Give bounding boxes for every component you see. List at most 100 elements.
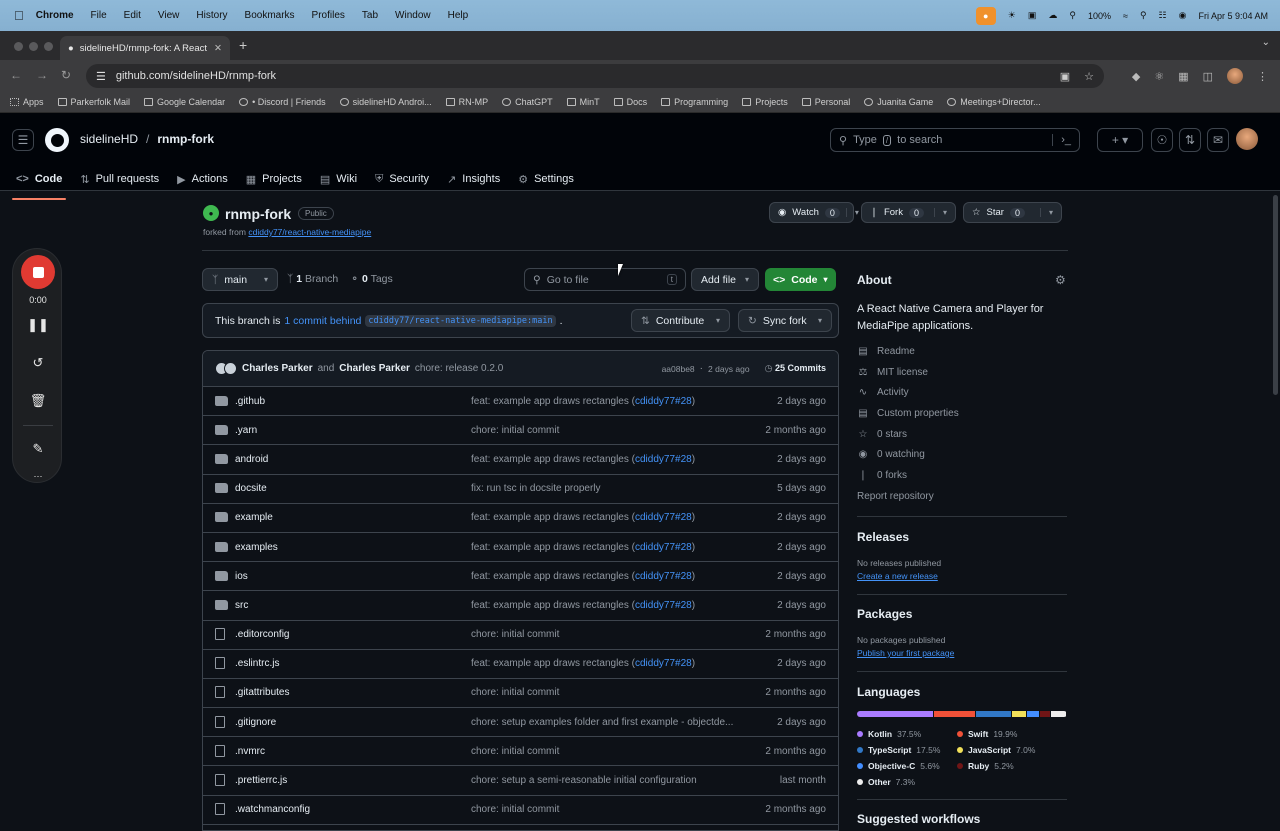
page-scrollbar[interactable] bbox=[1270, 191, 1280, 831]
sync-fork-button[interactable]: ↻ Sync fork ▾ bbox=[738, 309, 832, 332]
pull-request-link[interactable]: cdiddy77#28 bbox=[635, 600, 692, 611]
commit-sha[interactable]: aa08be8 bbox=[662, 364, 695, 374]
file-name-link[interactable]: ios bbox=[235, 571, 471, 582]
forked-from-link[interactable]: cdiddy77/react-native-mediapipe bbox=[248, 227, 371, 237]
apple-icon[interactable]:  bbox=[14, 8, 24, 23]
commit-author[interactable]: Charles Parker bbox=[242, 363, 313, 374]
license-link[interactable]: ⚖ MIT license bbox=[857, 367, 928, 378]
back-arrow-icon[interactable]: ← bbox=[10, 68, 22, 82]
antenna-icon[interactable]: ⚲ bbox=[1069, 10, 1076, 21]
file-commit-message[interactable]: chore: setup examples folder and first e… bbox=[471, 717, 736, 728]
file-name-link[interactable]: src bbox=[235, 600, 471, 611]
file-commit-message[interactable]: feat: example app draws rectangles (cdid… bbox=[471, 658, 736, 669]
language-item[interactable]: Ruby 5.2% bbox=[957, 761, 1014, 771]
pull-request-link[interactable]: cdiddy77#28 bbox=[635, 542, 692, 553]
file-name-link[interactable]: docsite bbox=[235, 483, 471, 494]
table-row[interactable]: .gitignore chore: setup examples folder a… bbox=[203, 708, 838, 738]
gear-icon[interactable]: ⚙ bbox=[1055, 273, 1066, 287]
user-avatar[interactable] bbox=[1236, 128, 1258, 150]
brightness-icon[interactable]: ☀ bbox=[1008, 10, 1016, 21]
language-item[interactable]: TypeScript 17.5% bbox=[857, 745, 940, 755]
code-dropdown-button[interactable]: <> Code ▾ bbox=[765, 268, 836, 291]
star-button[interactable]: ☆ Star 0 ▾ bbox=[963, 202, 1062, 223]
create-release-link[interactable]: Create a new release bbox=[857, 571, 938, 581]
file-name-link[interactable]: .gitignore bbox=[235, 717, 471, 728]
table-row[interactable]: android feat: example app draws rectangle… bbox=[203, 445, 838, 475]
table-row[interactable]: .gitattributes chore: initial commit 2 mon… bbox=[203, 679, 838, 709]
stars-link[interactable]: ☆ 0 stars bbox=[857, 429, 908, 440]
file-commit-message[interactable]: chore: initial commit bbox=[471, 804, 736, 815]
file-commit-message[interactable]: feat: example app draws rectangles (cdid… bbox=[471, 571, 736, 582]
tab-code[interactable]: <> Code bbox=[11, 167, 67, 200]
scrollbar-thumb[interactable] bbox=[1273, 195, 1278, 395]
window-close-button[interactable] bbox=[14, 42, 23, 51]
display-icon[interactable]: ▣ bbox=[1028, 10, 1037, 21]
add-file-button[interactable]: Add file ▾ bbox=[691, 268, 759, 291]
github-logo-icon[interactable] bbox=[45, 128, 69, 152]
forward-arrow-icon[interactable]: → bbox=[36, 68, 48, 82]
menu-profiles[interactable]: Profiles bbox=[312, 10, 345, 21]
file-commit-message[interactable]: feat: example app draws rectangles (cdid… bbox=[471, 454, 736, 465]
menu-bookmarks[interactable]: Bookmarks bbox=[245, 10, 295, 21]
more-icon[interactable]: ⋯ bbox=[13, 471, 63, 482]
tab-close-icon[interactable]: ✕ bbox=[214, 43, 222, 54]
pull-request-link[interactable]: cdiddy77#28 bbox=[635, 658, 692, 669]
bookmark-docs[interactable]: Docs bbox=[613, 97, 647, 107]
bookmark-mint[interactable]: MinT bbox=[566, 97, 600, 107]
menu-edit[interactable]: Edit bbox=[124, 10, 141, 21]
extension-icon[interactable]: ◆ bbox=[1132, 70, 1140, 83]
bookmark-parkerfolk-mail[interactable]: Parkerfolk Mail bbox=[57, 97, 130, 107]
site-info-icon[interactable]: ☰ bbox=[96, 70, 106, 83]
install-app-icon[interactable]: ▣ bbox=[1060, 70, 1070, 83]
tab-insights[interactable]: ↗ Insights bbox=[447, 167, 500, 191]
reload-icon[interactable]: ↻ bbox=[61, 68, 71, 82]
menu-tab[interactable]: Tab bbox=[362, 10, 378, 21]
watchers-link[interactable]: ◉ 0 watching bbox=[857, 449, 925, 460]
file-commit-message[interactable]: chore: initial commit bbox=[471, 425, 736, 436]
file-commit-message[interactable]: chore: initial commit bbox=[471, 746, 736, 757]
microphone-icon[interactable]: ● bbox=[975, 6, 996, 25]
tab-search-chevron-icon[interactable]: ⌄ bbox=[1262, 37, 1270, 48]
bookmark-juanita-game[interactable]: Juanita Game bbox=[864, 97, 933, 107]
siri-icon[interactable]: ◉ bbox=[1179, 10, 1187, 21]
fork-button[interactable]: ❘ Fork 0 ▾ bbox=[861, 202, 956, 223]
new-tab-plus-icon[interactable]: + bbox=[239, 37, 247, 53]
report-repository-link[interactable]: Report repository bbox=[857, 491, 934, 502]
extensions-puzzle-icon[interactable]: ▦ bbox=[1178, 70, 1188, 83]
forks-link[interactable]: ❘ 0 forks bbox=[857, 470, 907, 481]
bookmark-chatgpt[interactable]: ChatGPT bbox=[502, 97, 553, 107]
repo-title[interactable]: rnmp-fork bbox=[225, 206, 291, 222]
browser-menu-icon[interactable]: ⋮ bbox=[1257, 70, 1268, 83]
command-palette-icon[interactable]: ›_ bbox=[1052, 134, 1071, 146]
bookmark-projects[interactable]: Projects bbox=[742, 97, 788, 107]
table-row[interactable]: example feat: example app draws rectangle… bbox=[203, 504, 838, 533]
tab-actions[interactable]: ▶ Actions bbox=[177, 167, 228, 191]
language-item[interactable]: JavaScript 7.0% bbox=[957, 745, 1035, 755]
table-row[interactable]: examples feat: example app draws rectangl… bbox=[203, 533, 838, 563]
table-row[interactable]: .editorconfig chore: initial commit 2 mont… bbox=[203, 621, 838, 650]
bookmark-google-calendar[interactable]: Google Calendar bbox=[144, 97, 225, 107]
profile-avatar[interactable] bbox=[1227, 68, 1243, 84]
readme-link[interactable]: ▤ Readme bbox=[857, 346, 915, 357]
pull-request-link[interactable]: cdiddy77#28 bbox=[635, 396, 692, 407]
bookmark-apps[interactable]: Apps bbox=[10, 97, 44, 107]
menu-view[interactable]: View bbox=[158, 10, 180, 21]
upstream-ref[interactable]: cdiddy77/react-native-mediapipe:main bbox=[365, 314, 556, 327]
language-item[interactable]: Kotlin 37.5% bbox=[857, 729, 921, 739]
bookmark-sidelinehd-android[interactable]: sidelineHD Androi... bbox=[339, 97, 432, 107]
file-name-link[interactable]: .watchmanconfig bbox=[235, 804, 471, 815]
breadcrumb-repo[interactable]: rnmp-fork bbox=[157, 132, 214, 146]
bookmark-discord[interactable]: • Discord | Friends bbox=[239, 97, 326, 107]
tab-pull-requests[interactable]: ⇅ Pull requests bbox=[80, 167, 159, 191]
clock-text[interactable]: Fri Apr 5 9:04 AM bbox=[1198, 11, 1268, 21]
file-name-link[interactable]: examples bbox=[235, 542, 471, 553]
menu-app-name[interactable]: Chrome bbox=[36, 10, 74, 21]
issues-icon[interactable]: ☉ bbox=[1151, 128, 1173, 152]
table-row[interactable]: .prettierrc.js chore: setup a semi-reason… bbox=[203, 766, 838, 796]
table-row[interactable]: .github feat: example app draws rectangle… bbox=[203, 387, 838, 417]
table-row[interactable]: src feat: example app draws rectangles (c… bbox=[203, 591, 838, 621]
trash-icon[interactable]: 🗑 bbox=[13, 393, 63, 409]
tab-settings[interactable]: ⚙ Settings bbox=[518, 167, 574, 191]
file-commit-message[interactable]: chore: initial commit bbox=[471, 629, 736, 640]
releases-heading[interactable]: Releases bbox=[857, 530, 909, 544]
